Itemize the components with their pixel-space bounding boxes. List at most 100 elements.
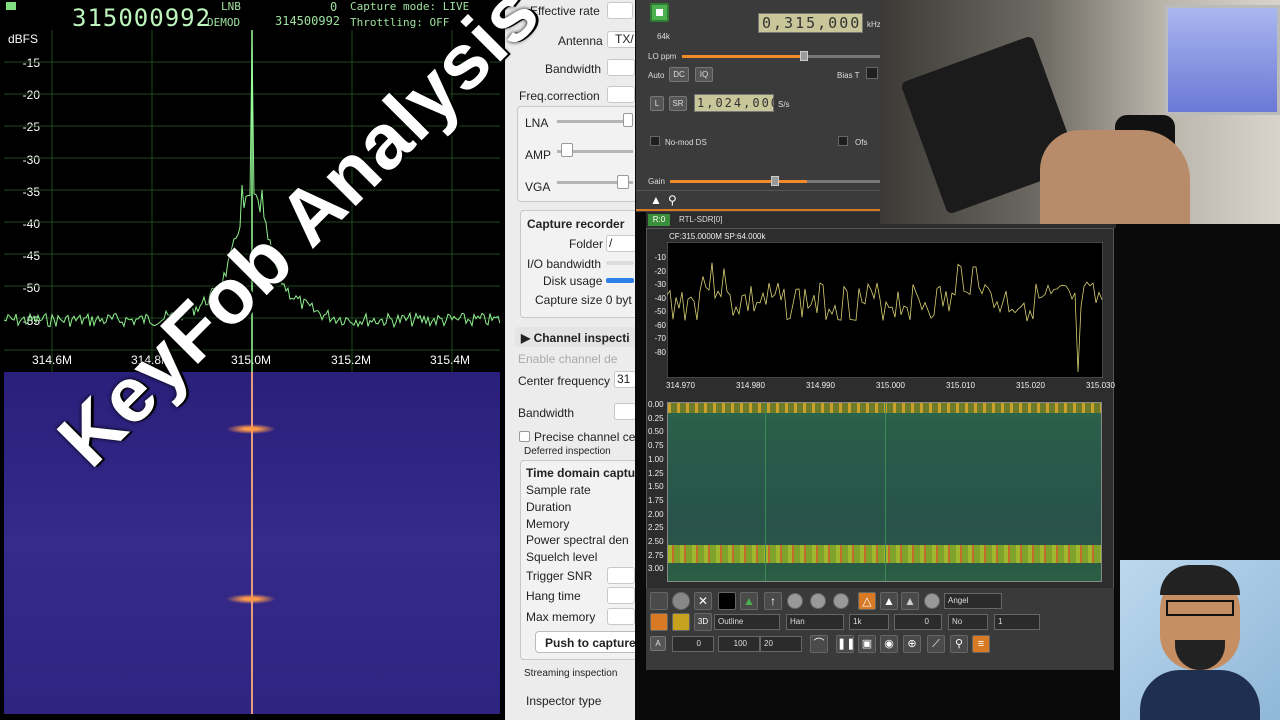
- grid-icon[interactable]: [650, 592, 668, 610]
- enable-channel-checkbox[interactable]: Enable channel de: [518, 352, 617, 366]
- decimation-select[interactable]: 1: [994, 614, 1040, 630]
- precise-channel-checkbox-box[interactable]: [519, 431, 530, 442]
- lnb-label: LNB: [221, 0, 241, 13]
- pin-icon[interactable]: ⚲: [950, 635, 968, 653]
- antenna-label: Antenna: [558, 34, 603, 48]
- push-to-capture-label[interactable]: Push to capture: [545, 636, 635, 650]
- no-mod-ds-checkbox[interactable]: [650, 136, 660, 146]
- center-frequency-field[interactable]: 31: [614, 371, 635, 388]
- io-bandwidth-bar: [606, 261, 634, 265]
- ref-level-field[interactable]: 0: [672, 636, 714, 652]
- dot3-icon[interactable]: [833, 593, 849, 609]
- crosshair-icon[interactable]: ⊕: [903, 635, 921, 653]
- save-icon[interactable]: ▣: [858, 635, 876, 653]
- network-icon[interactable]: ⚲: [668, 193, 677, 207]
- start-stop-button[interactable]: [650, 3, 669, 22]
- lo-ppm-slider[interactable]: [682, 55, 881, 58]
- curve-icon[interactable]: ⌒: [810, 635, 828, 653]
- lna-label: LNA: [525, 116, 549, 130]
- a-button[interactable]: A: [650, 636, 666, 651]
- waterfall-tick: 2.50: [648, 537, 664, 546]
- fft-size-select[interactable]: 1k: [849, 614, 889, 630]
- sr-button[interactable]: SR: [669, 96, 687, 111]
- frequency-header: 315000992 LNB DEMOD 0 314500992 Capture …: [0, 0, 505, 32]
- averaging-select[interactable]: No: [948, 614, 988, 630]
- step-select[interactable]: 20: [760, 636, 802, 652]
- sdr-waterfall[interactable]: [667, 402, 1102, 582]
- freq-correction-field[interactable]: [607, 86, 635, 103]
- dc-button[interactable]: DC: [669, 67, 689, 82]
- laptop-screen: [1165, 5, 1280, 115]
- triangle-gray-icon[interactable]: ▲: [901, 592, 919, 610]
- triangle-white-icon[interactable]: ▲: [880, 592, 898, 610]
- channel-bandwidth-field[interactable]: [614, 403, 635, 420]
- no-mod-ds-label: No-mod DS: [665, 138, 707, 147]
- avatar-body: [1140, 670, 1260, 720]
- precise-channel-label[interactable]: Precise channel ce: [534, 430, 635, 444]
- hang-time-field[interactable]: [607, 587, 635, 604]
- screenshot: 315000992 LNB DEMOD 0 314500992 Capture …: [0, 0, 1280, 720]
- toolbar-separator: [636, 190, 881, 191]
- sample-rate-lcd[interactable]: 1,024,000: [694, 94, 778, 112]
- cross-icon[interactable]: ✕: [694, 592, 712, 610]
- bias-t-checkbox[interactable]: [866, 67, 878, 79]
- vga-slider-handle[interactable]: [617, 175, 629, 189]
- ofs-checkbox[interactable]: [838, 136, 848, 146]
- sdr-y-tick: -30: [654, 280, 666, 289]
- amp-label: AMP: [525, 148, 552, 162]
- sdr-x-tick: 314.990: [806, 381, 835, 390]
- dot1-icon[interactable]: [787, 593, 803, 609]
- triangle-outline-icon[interactable]: △: [858, 592, 876, 610]
- device-index-tab[interactable]: R:0: [648, 214, 670, 226]
- center-frequency-display[interactable]: 315000992: [72, 4, 211, 32]
- max-memory-field[interactable]: [607, 608, 635, 625]
- io-bandwidth-label: I/O bandwidth: [527, 257, 602, 271]
- sdr-x-tick: 315.030: [1086, 381, 1115, 390]
- pause-icon[interactable]: ❚❚: [836, 635, 855, 653]
- presenter-avatar: [1120, 560, 1280, 720]
- circle-icon[interactable]: [672, 592, 690, 610]
- ruler-icon[interactable]: ⟋: [927, 635, 945, 653]
- black-square-icon[interactable]: [718, 592, 736, 610]
- grid-orange-icon[interactable]: [650, 613, 668, 631]
- dot2-icon[interactable]: [810, 593, 826, 609]
- bandwidth-field[interactable]: [607, 59, 635, 76]
- 3d-icon[interactable]: 3D: [694, 613, 712, 631]
- palette-select[interactable]: Angel: [944, 593, 1002, 609]
- capture-recorder-title: Capture recorder: [527, 217, 625, 231]
- lo-ppm-slider-handle[interactable]: [800, 51, 808, 61]
- menu-icon[interactable]: [6, 2, 16, 10]
- lna-slider[interactable]: [557, 120, 633, 123]
- peak-icon[interactable]: ▲: [650, 193, 662, 207]
- waterfall-tick: 1.75: [648, 495, 664, 505]
- gain-slider-handle[interactable]: [771, 176, 779, 186]
- broadcast-icon[interactable]: ◉: [880, 635, 898, 653]
- sample-rate-unit: S/s: [778, 100, 790, 109]
- lna-slider-handle[interactable]: [623, 113, 633, 127]
- sdr-spectrum-plot[interactable]: [667, 242, 1103, 378]
- frequency-lcd[interactable]: 0,315,000: [758, 13, 863, 33]
- l-button[interactable]: L: [650, 96, 664, 111]
- green-peak-icon[interactable]: ▲: [740, 592, 758, 610]
- bars-icon[interactable]: [672, 613, 690, 631]
- iq-button[interactable]: IQ: [695, 67, 713, 82]
- amp-slider-handle[interactable]: [561, 143, 573, 157]
- menu-lines-icon[interactable]: ≡: [972, 635, 990, 653]
- folder-field[interactable]: /: [606, 235, 635, 252]
- antenna-select[interactable]: TX/: [607, 31, 635, 48]
- gain-label: Gain: [648, 177, 665, 186]
- channel-inspection-title[interactable]: ▶ Channel inspecti: [521, 331, 630, 345]
- demod-frequency: 314500992: [275, 14, 341, 28]
- dot4-icon[interactable]: [924, 593, 940, 609]
- trigger-snr-field[interactable]: [607, 567, 635, 584]
- window-select[interactable]: Han: [786, 614, 844, 630]
- range-field[interactable]: 100: [718, 636, 760, 652]
- x-tick: 314.6M: [32, 353, 73, 367]
- offset-field[interactable]: 0: [894, 614, 942, 630]
- effective-rate-field[interactable]: [607, 2, 633, 19]
- capture-size-label: Capture size 0 byt: [535, 293, 632, 307]
- draw-mode-select[interactable]: Outline: [714, 614, 780, 630]
- arrow-up-icon[interactable]: ↑: [764, 592, 782, 610]
- sdr-y-tick: -10: [654, 253, 666, 262]
- folder-label: Folder: [569, 237, 604, 251]
